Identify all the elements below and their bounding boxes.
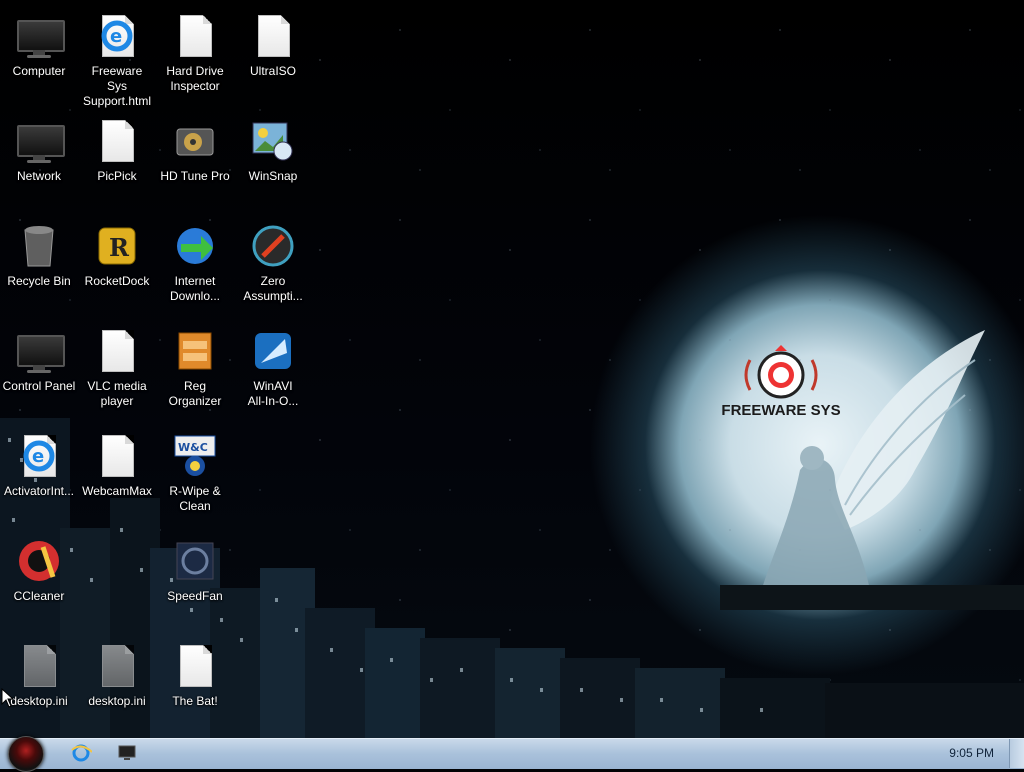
icon-label: UltraISO bbox=[249, 64, 296, 78]
desktop-icon-recycle-bin[interactable]: Recycle Bin bbox=[0, 214, 78, 314]
internet-explorer-file-icon: e bbox=[15, 432, 63, 480]
icon-label: HD Tune Pro bbox=[160, 169, 230, 183]
settings-file-icon bbox=[93, 642, 141, 690]
desktop-icon-control-panel[interactable]: Control Panel bbox=[0, 319, 78, 419]
desktop-icon-reg-organizer[interactable]: Reg Organizer bbox=[156, 319, 234, 419]
svg-text:W&C: W&C bbox=[178, 441, 208, 454]
desktop-icon-picpick[interactable]: PicPick bbox=[78, 109, 156, 209]
file-icon bbox=[93, 117, 141, 165]
desktop-icon-ultraiso[interactable]: UltraISO bbox=[234, 4, 312, 104]
network-icon bbox=[15, 117, 65, 165]
desktop-icon-webcammax[interactable]: WebcamMax bbox=[78, 424, 156, 524]
file-icon bbox=[249, 12, 297, 60]
icon-label: Control Panel bbox=[2, 379, 76, 393]
file-icon bbox=[171, 12, 219, 60]
icon-label: WinSnap bbox=[248, 169, 298, 183]
desktop-icon-rocketdock[interactable]: R RocketDock bbox=[78, 214, 156, 314]
desktop-icon-r-wipe-clean[interactable]: W&C R-Wipe & Clean bbox=[156, 424, 234, 524]
desktop-icon-computer[interactable]: Computer bbox=[0, 4, 78, 104]
desktop-icon-vlc[interactable]: VLC media player bbox=[78, 319, 156, 419]
desktop-icon-the-bat[interactable]: The Bat! bbox=[156, 634, 234, 734]
icon-label: Internet Downlo... bbox=[169, 274, 221, 303]
internet-explorer-icon bbox=[71, 744, 92, 762]
icon-label: SpeedFan bbox=[167, 589, 223, 603]
icon-label: CCleaner bbox=[13, 589, 65, 603]
desktop-icon-internet-download-manager[interactable]: Internet Downlo... bbox=[156, 214, 234, 314]
icon-label: Freeware Sys Support.html bbox=[82, 64, 152, 108]
icon-label: Computer bbox=[12, 64, 66, 78]
file-icon bbox=[93, 432, 141, 480]
ccleaner-icon bbox=[15, 537, 63, 585]
icon-label: desktop.ini bbox=[88, 694, 146, 708]
recycle-bin-icon bbox=[15, 222, 63, 270]
icon-label: WebcamMax bbox=[82, 484, 152, 498]
rocketdock-icon: R bbox=[93, 222, 141, 270]
hard-disk-icon bbox=[171, 117, 219, 165]
internet-explorer-file-icon: e bbox=[93, 12, 141, 60]
speedfan-icon bbox=[171, 537, 219, 585]
computer-icon bbox=[15, 12, 65, 60]
control-panel-icon bbox=[15, 327, 65, 375]
mouse-pointer-icon bbox=[1, 688, 13, 708]
winsnap-icon bbox=[249, 117, 297, 165]
desktop-icon-winavi[interactable]: WinAVI All-In-O... bbox=[234, 319, 312, 419]
icon-label: ActivatorInt... bbox=[3, 484, 75, 498]
desktop-icon-desktop-ini-1[interactable]: desktop.ini bbox=[0, 634, 78, 734]
taskbar-computer-button[interactable] bbox=[114, 741, 140, 765]
svg-text:e: e bbox=[110, 26, 122, 47]
taskbar-internet-explorer-button[interactable] bbox=[68, 741, 94, 765]
computer-icon bbox=[118, 745, 136, 760]
desktop-icon-winsnap[interactable]: WinSnap bbox=[234, 109, 312, 209]
icon-label: Hard Drive Inspector bbox=[166, 64, 224, 93]
icon-label: Recycle Bin bbox=[7, 274, 71, 288]
zero-assumption-icon bbox=[249, 222, 297, 270]
desktop-icon-zero-assumption[interactable]: Zero Assumpti... bbox=[234, 214, 312, 314]
icon-label: Zero Assumpti... bbox=[243, 274, 303, 303]
winavi-icon bbox=[249, 327, 297, 375]
icon-label: Network bbox=[16, 169, 61, 183]
taskbar-clock[interactable]: 9:05 PM bbox=[949, 746, 994, 760]
desktop-icon-network[interactable]: Network bbox=[0, 109, 78, 209]
icon-label: WinAVI All-In-O... bbox=[247, 379, 299, 408]
desktop-icon-freeware-sys-support[interactable]: e Freeware Sys Support.html bbox=[78, 4, 156, 108]
icon-label: RocketDock bbox=[84, 274, 150, 288]
desktop-icon-ccleaner[interactable]: CCleaner bbox=[0, 529, 78, 629]
desktop[interactable]: FREEWARE SYS Computer Network Recycle Bi… bbox=[0, 0, 1024, 738]
file-icon bbox=[93, 327, 141, 375]
taskbar bbox=[0, 738, 1024, 769]
desktop-icon-activator[interactable]: e ActivatorInt... bbox=[0, 424, 78, 524]
start-button[interactable] bbox=[8, 736, 44, 772]
desktop-icon-hd-tune-pro[interactable]: HD Tune Pro bbox=[156, 109, 234, 209]
desktop-icon-speedfan[interactable]: SpeedFan bbox=[156, 529, 234, 629]
svg-text:R: R bbox=[109, 233, 130, 262]
icon-label: VLC media player bbox=[87, 379, 147, 408]
settings-file-icon bbox=[15, 642, 63, 690]
desktop-icon-desktop-ini-2[interactable]: desktop.ini bbox=[78, 634, 156, 734]
icon-label: R-Wipe & Clean bbox=[169, 484, 221, 513]
icon-label: Reg Organizer bbox=[168, 379, 222, 408]
icon-label: PicPick bbox=[97, 169, 137, 183]
r-wipe-icon: W&C bbox=[171, 432, 219, 480]
download-manager-icon bbox=[171, 222, 219, 270]
reg-organizer-icon bbox=[171, 327, 219, 375]
show-desktop-button[interactable] bbox=[1009, 739, 1024, 768]
desktop-icon-hard-drive-inspector[interactable]: Hard Drive Inspector bbox=[156, 4, 234, 104]
file-icon bbox=[171, 642, 219, 690]
icon-label: The Bat! bbox=[172, 694, 218, 708]
svg-text:e: e bbox=[32, 446, 44, 467]
